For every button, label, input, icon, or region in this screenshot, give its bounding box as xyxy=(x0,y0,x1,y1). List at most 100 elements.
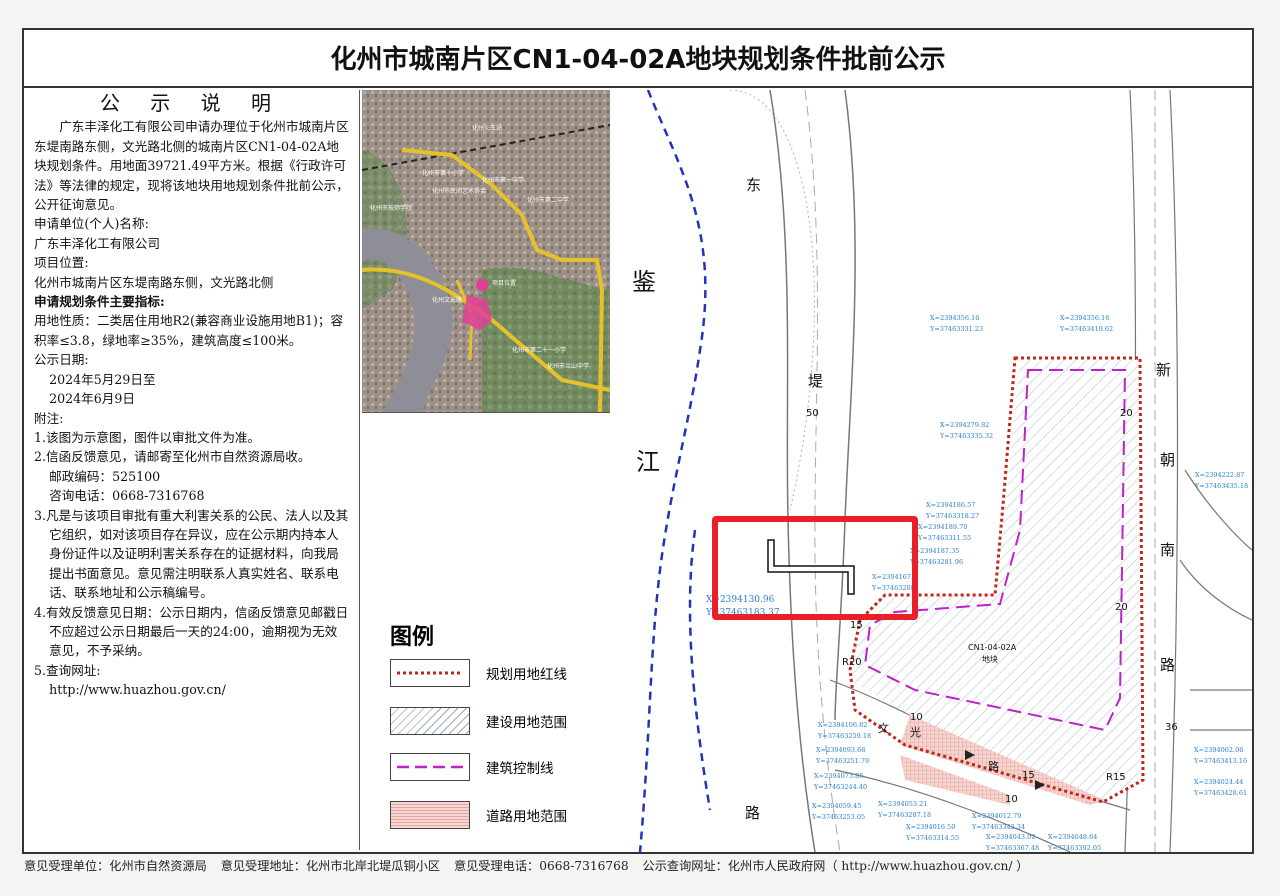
road-label-char: 路 xyxy=(745,804,760,822)
road-label-char: 路 xyxy=(1160,656,1175,674)
notes-label: 附注: xyxy=(34,410,64,426)
coord-label: X=2394073.85 Y=37463244.40 xyxy=(813,772,867,791)
legend-swatch-road xyxy=(390,801,470,829)
coord-label: X=2394016.50 Y=37463314.55 xyxy=(905,823,959,842)
legend-item-build-area: 建设用地范围 xyxy=(390,707,567,735)
svg-text:Y=37463335.32: Y=37463335.32 xyxy=(939,432,993,440)
svg-text:X=2394016.50: X=2394016.50 xyxy=(906,823,955,831)
svg-text:X=2394043.02: X=2394043.02 xyxy=(986,833,1035,841)
road-width: R15 xyxy=(1106,772,1126,783)
svg-text:X=2394106.82: X=2394106.82 xyxy=(818,721,867,729)
coord-label: X=2394093.68 Y=37463251.79 xyxy=(815,746,869,765)
coord-label: X=2394043.02 Y=37463367.48 xyxy=(985,833,1039,852)
legend-item-road: 道路用地范围 xyxy=(390,801,567,829)
road-width: 36 xyxy=(1165,722,1178,733)
river-label-char: 鉴 xyxy=(632,268,656,296)
road-width: R20 xyxy=(842,657,862,668)
svg-text:X=2394059.45: X=2394059.45 xyxy=(812,802,861,810)
note-2: 2.信函反馈意见，请邮寄至化州市自然资源局收。 xyxy=(34,449,311,465)
aerial-label: 化州市第二中学 xyxy=(527,196,569,204)
coord-label: X=2394189.70 Y=37463311.55 xyxy=(917,523,971,542)
svg-text:X=2394186.57: X=2394186.57 xyxy=(926,501,975,509)
legend-swatch-build-area xyxy=(390,707,470,735)
legend-panel: 图例 规划用地红线 建设用地范围 建筑控制线 道路用地范围 xyxy=(362,412,610,853)
legend-item-redline: 规划用地红线 xyxy=(390,659,567,687)
footer-phone: 意见受理电话：0668-7316768 xyxy=(453,859,629,873)
page-title: 化州市城南片区CN1-04-02A地块规划条件批前公示 xyxy=(22,28,1254,88)
coord-label: X=2394356.16 Y=37463331.23 xyxy=(929,314,983,333)
note-1: 1.该图为示意图，图件以审批文件为准。 xyxy=(34,429,261,445)
svg-text:Y=37463314.55: Y=37463314.55 xyxy=(905,834,959,842)
notice-panel: 公 示 说 明 广东丰泽化工有限公司申请办理位于化州市城南片区东堤南路东侧，文光… xyxy=(24,90,360,850)
aerial-label: 化州市第十小学 xyxy=(422,169,464,177)
road-label-char: 朝 xyxy=(1160,451,1175,469)
footer-site[interactable]: 公示查询网址：化州市人民政府网（ http://www.huazhou.gov.… xyxy=(643,859,1029,873)
query-url[interactable]: http://www.huazhou.gov.cn/ xyxy=(34,680,349,699)
aerial-label: 化州文光路 xyxy=(432,296,462,304)
road-label-char: 南 xyxy=(1160,541,1175,559)
legend-swatch-control xyxy=(390,753,470,781)
svg-text:Y=37463392.05: Y=37463392.05 xyxy=(1047,844,1101,852)
legend-label: 建设用地范围 xyxy=(486,715,567,731)
svg-text:Y=37463419.62: Y=37463419.62 xyxy=(1059,325,1113,333)
footer-bar: 意见受理单位：化州市自然资源局 意见受理地址：化州市北岸北堤瓜铜小区 意见受理电… xyxy=(24,856,1254,874)
legend-label: 规划用地红线 xyxy=(486,667,567,683)
river-label-char: 江 xyxy=(636,448,660,476)
legend-swatch-redline xyxy=(390,659,470,687)
coord-label: X=2394024.44 Y=37463428.61 xyxy=(1193,778,1247,797)
legend-title: 图例 xyxy=(390,624,435,650)
svg-text:X=2394093.68: X=2394093.68 xyxy=(816,746,865,754)
parcel-id: CN1-04-02A xyxy=(968,643,1017,652)
road-label-char: 东 xyxy=(746,176,761,194)
notice-intro: 广东丰泽化工有限公司申请办理位于化州市城南片区东堤南路东侧，文光路北侧的城南片区… xyxy=(34,119,349,213)
legend-label: 道路用地范围 xyxy=(486,809,567,825)
highlight-box[interactable] xyxy=(712,516,918,620)
coord-label: X=2394356.16 Y=37463419.62 xyxy=(1059,314,1113,333)
svg-text:Y=37463253.05: Y=37463253.05 xyxy=(811,813,865,821)
road-width: 20 xyxy=(1115,602,1128,613)
coord-label: X=2394062.06 Y=37463413.16 xyxy=(1193,746,1247,765)
coord-label: X=2394186.57 Y=37463318.27 xyxy=(925,501,979,520)
date-label: 公示日期: xyxy=(34,352,89,368)
road-width: 10 xyxy=(910,712,923,723)
road-label-char: 堤 xyxy=(808,372,823,390)
note-3: 3.凡是与该项目审批有重大利害关系的公民、法人以及其它组织，如对该项目存在异议，… xyxy=(34,507,349,601)
road-width: 15 xyxy=(850,620,863,631)
coord-label: X=2394048.64 Y=37463392.05 xyxy=(1047,833,1101,852)
road-width: 15 xyxy=(1022,770,1035,781)
svg-text:Y=37463244.40: Y=37463244.40 xyxy=(813,783,867,791)
svg-text:Y=37463435.18: Y=37463435.18 xyxy=(1194,482,1248,490)
notice-heading: 公 示 说 明 xyxy=(99,91,284,115)
svg-text:Y=37463287.18: Y=37463287.18 xyxy=(877,811,931,819)
coord-label: X=2394222.87 Y=37463435.18 xyxy=(1194,471,1248,490)
aerial-location-map: 化州火车站 化州市第十小学 化州市民间艺术协会 化州市第一中学 化州市第二中学 … xyxy=(362,90,610,412)
note-4: 4.有效反馈意见日期：公示日期内，信函反馈意见邮戳日不应超过公示日期最后一天的2… xyxy=(34,604,349,659)
coord-label: X=2394059.45 Y=37463253.05 xyxy=(811,802,865,821)
svg-text:Y=37463428.61: Y=37463428.61 xyxy=(1193,789,1247,797)
footer-address: 意见受理地址：化州市北岸北堤瓜铜小区 xyxy=(220,859,441,873)
road-label-char: 新 xyxy=(1156,361,1171,379)
aerial-label: 化州市第一中学 xyxy=(482,176,524,184)
aerial-label: 化州市技师学院 xyxy=(370,204,412,212)
indicators-text: 用地性质：二类居住用地R2(兼容商业设施用地B1)；容积率≤3.8，绿地率≥35… xyxy=(34,313,344,348)
aerial-label: 化州市民间艺术协会 xyxy=(432,187,486,195)
coord-label: X=2394279.82 Y=37463335.32 xyxy=(939,421,993,440)
svg-text:X=2394053.21: X=2394053.21 xyxy=(878,800,927,808)
svg-text:Y=37463331.23: Y=37463331.23 xyxy=(929,325,983,333)
legend-label: 建筑控制线 xyxy=(486,761,554,777)
svg-text:X=2394062.06: X=2394062.06 xyxy=(1194,746,1243,754)
svg-text:Y=37463367.48: Y=37463367.48 xyxy=(985,844,1039,852)
footer-unit: 意见受理单位：化州市自然资源局 xyxy=(24,859,207,873)
svg-text:X=2394222.87: X=2394222.87 xyxy=(1195,471,1244,479)
svg-text:Y=37463259.18: Y=37463259.18 xyxy=(817,732,871,740)
svg-text:X=2394356.16: X=2394356.16 xyxy=(930,314,979,322)
svg-text:X=2394024.44: X=2394024.44 xyxy=(1194,778,1243,786)
date-to: 2024年6月9日 xyxy=(49,391,135,407)
location-text: 化州市城南片区东堤南路东侧，文光路北侧 xyxy=(34,274,274,290)
svg-text:Y=37463311.55: Y=37463311.55 xyxy=(917,534,971,542)
road-label-char: 路 xyxy=(988,760,999,773)
svg-text:Y=37463318.27: Y=37463318.27 xyxy=(925,512,979,520)
coord-label: X=2394053.21 Y=37463287.18 xyxy=(877,800,931,819)
parcel-word: 地块 xyxy=(982,654,998,664)
svg-text:Y=37463342.34: Y=37463342.34 xyxy=(971,823,1025,831)
